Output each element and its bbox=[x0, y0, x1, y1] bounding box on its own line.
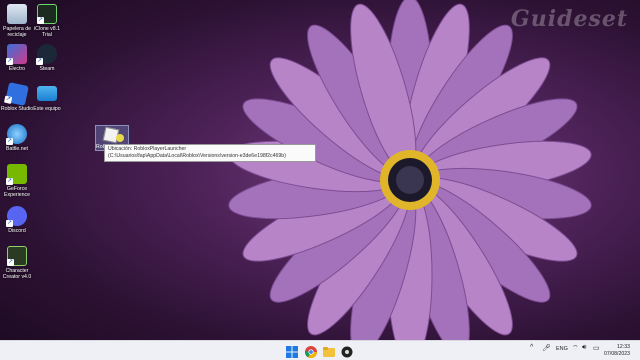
character-creator-icon: ↗ bbox=[7, 246, 27, 266]
microphone-icon[interactable]: 🎤︎ bbox=[542, 344, 551, 352]
electro-shortcut[interactable]: ↗ Electro bbox=[0, 44, 34, 72]
app-taskbar-button[interactable] bbox=[341, 345, 353, 358]
icon-label: Discord bbox=[8, 228, 26, 234]
shortcut-arrow-icon: ↗ bbox=[6, 220, 13, 227]
shortcut-arrow-icon: ↗ bbox=[37, 17, 44, 24]
clock-time: 12:33 bbox=[617, 344, 630, 350]
shortcut-arrow-icon: ↗ bbox=[6, 58, 13, 65]
shortcut-arrow-icon: ↗ bbox=[6, 138, 13, 145]
icon-label: Este equipo bbox=[33, 106, 61, 112]
iclone-shortcut[interactable]: ↗ iClone v8.1 Trial bbox=[30, 4, 64, 38]
shortcut-arrow-icon: ↗ bbox=[36, 58, 43, 65]
icon-label: Steam bbox=[39, 66, 55, 72]
electro-icon: ↗ bbox=[6, 44, 27, 65]
chevron-up-icon[interactable]: ^ bbox=[530, 344, 533, 351]
monitor-icon bbox=[37, 86, 57, 101]
icon-label: Roblox Studio bbox=[0, 106, 34, 112]
icon-label: Papelera de reciclaje bbox=[3, 26, 31, 38]
shortcut-arrow-icon: ↗ bbox=[6, 178, 13, 185]
plus-badge-icon bbox=[116, 134, 124, 142]
icon-label: GeForce Experience bbox=[4, 186, 30, 198]
desktop[interactable]: Guideset Papelera de reciclaje ↗ iClone … bbox=[0, 0, 640, 340]
volume-icon[interactable]: 🔊︎ bbox=[582, 344, 586, 352]
clock-date: 07/08/2023 bbox=[604, 351, 630, 357]
system-clock[interactable]: 12:33 07/08/2023 bbox=[604, 344, 630, 358]
chrome-taskbar-button[interactable] bbox=[305, 345, 317, 359]
discord-shortcut[interactable]: ↗ Discord bbox=[0, 206, 34, 234]
steam-shortcut[interactable]: ↗ Steam bbox=[30, 44, 64, 72]
location-tooltip: Ubicación: RobloxPlayerLauncher (C:\Usua… bbox=[104, 144, 316, 162]
language-indicator[interactable]: ENG bbox=[556, 346, 568, 352]
steam-icon: ↗ bbox=[36, 44, 57, 65]
windows-logo-icon bbox=[286, 346, 298, 358]
start-button[interactable] bbox=[286, 345, 298, 358]
recycle-bin-shortcut[interactable]: Papelera de reciclaje bbox=[0, 4, 34, 38]
iclone-icon: ↗ bbox=[37, 4, 57, 24]
folder-icon bbox=[323, 347, 335, 357]
watermark: Guideset bbox=[510, 6, 628, 32]
recycle-bin-icon bbox=[7, 4, 27, 24]
battlenet-shortcut[interactable]: ↗ Battle.net bbox=[0, 124, 34, 152]
icon-label: iClone v8.1 Trial bbox=[34, 26, 60, 38]
battlenet-icon: ↗ bbox=[6, 124, 27, 145]
roblox-studio-icon: ↗ bbox=[3, 82, 29, 106]
file-explorer-taskbar-button[interactable] bbox=[323, 345, 335, 357]
chrome-icon bbox=[305, 346, 317, 359]
icon-label: Battle.net bbox=[6, 146, 28, 152]
tooltip-text: Ubicación: RobloxPlayerLauncher (C:\Usua… bbox=[108, 146, 286, 159]
shortcut-arrow-icon: ↗ bbox=[7, 259, 14, 266]
battery-icon[interactable]: ▭ bbox=[593, 344, 600, 352]
discord-icon: ↗ bbox=[6, 206, 27, 227]
roblox-studio-shortcut[interactable]: ↗ Roblox Studio bbox=[0, 82, 34, 112]
wifi-icon[interactable]: ⌔ bbox=[572, 344, 579, 353]
icon-label: Character Creator v4.0 bbox=[2, 268, 32, 280]
app-icon bbox=[341, 346, 353, 358]
taskbar: ^ 🎤︎ ENG ⌔ 🔊︎ ▭ 12:33 07/08/2023 bbox=[0, 340, 640, 360]
geforce-shortcut[interactable]: ↗ GeForce Experience bbox=[0, 164, 34, 198]
flower-wallpaper bbox=[228, 0, 592, 340]
shortcut-arrow-icon: ↗ bbox=[3, 95, 13, 104]
geforce-icon: ↗ bbox=[6, 164, 27, 185]
este-equipo-shortcut[interactable]: Este equipo bbox=[30, 84, 64, 112]
character-creator-shortcut[interactable]: ↗ Character Creator v4.0 bbox=[0, 246, 34, 280]
icon-label: Electro bbox=[8, 66, 26, 72]
